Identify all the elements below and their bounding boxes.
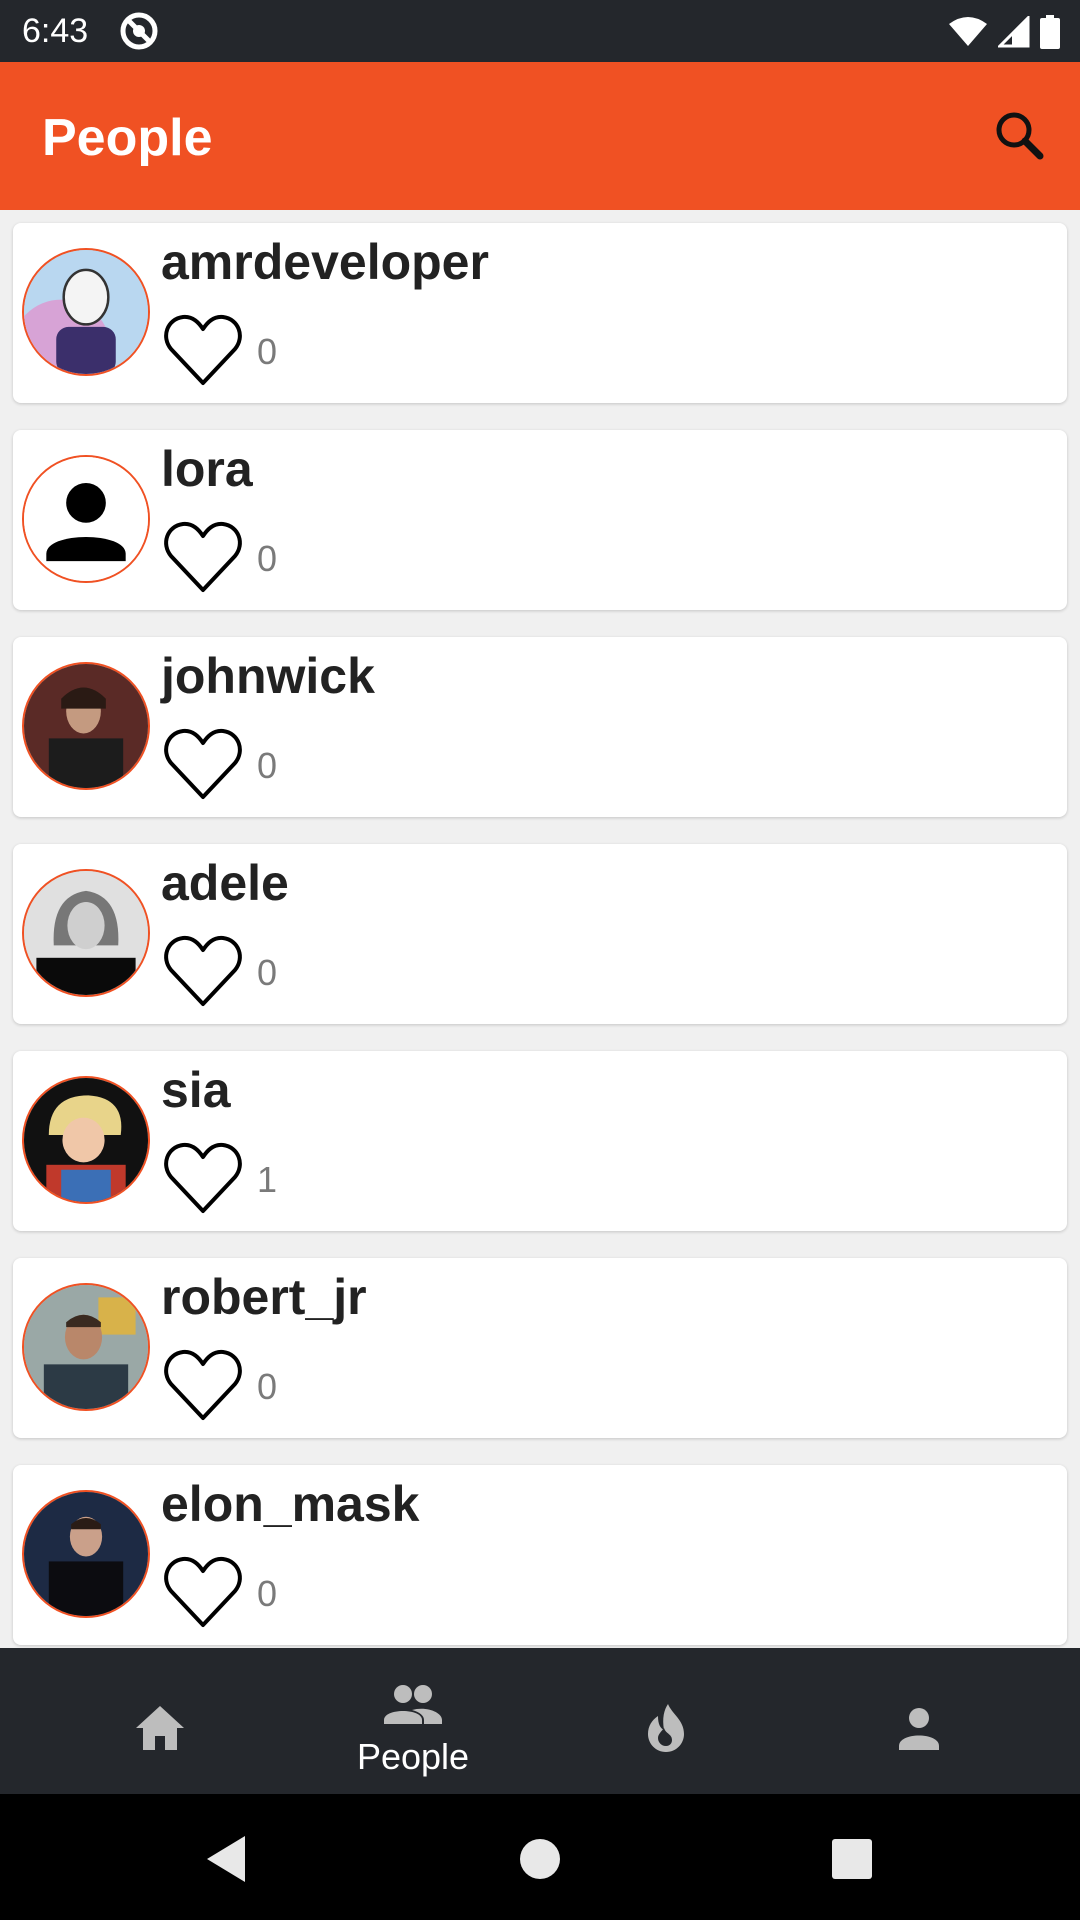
username[interactable]: adele xyxy=(161,854,289,912)
fire-icon xyxy=(648,1704,684,1752)
people-icon xyxy=(384,1685,442,1724)
username[interactable]: robert_jr xyxy=(161,1268,367,1326)
avatar[interactable] xyxy=(22,1490,150,1618)
home-button-icon[interactable] xyxy=(505,1824,575,1894)
wifi-icon xyxy=(949,17,987,46)
avatar-placeholder[interactable] xyxy=(22,455,150,583)
status-time: 6:43 xyxy=(22,12,89,50)
person-card[interactable]: elon_mask 0 xyxy=(13,1465,1067,1645)
avatar[interactable] xyxy=(22,248,150,376)
battery-icon xyxy=(1040,15,1060,49)
like-count: 0 xyxy=(257,1573,278,1614)
heart-outline-icon[interactable] xyxy=(161,932,245,1012)
search-icon[interactable] xyxy=(986,102,1054,170)
person-card[interactable]: johnwick 0 xyxy=(13,637,1067,817)
avatar[interactable] xyxy=(22,869,150,997)
avatar[interactable] xyxy=(22,1076,150,1204)
like-count: 0 xyxy=(257,745,278,786)
like-count: 0 xyxy=(257,538,278,579)
heart-outline-icon[interactable] xyxy=(161,1553,245,1633)
person-card[interactable]: sia 1 xyxy=(13,1051,1067,1231)
heart-outline-icon[interactable] xyxy=(161,518,245,598)
username[interactable]: johnwick xyxy=(161,647,375,705)
nav-label-people: People xyxy=(356,1736,470,1777)
heart-outline-icon[interactable] xyxy=(161,1346,245,1426)
heart-outline-icon[interactable] xyxy=(161,311,245,391)
status-icons xyxy=(948,12,1060,52)
bottom-navigation: People xyxy=(0,1648,1080,1794)
back-icon[interactable] xyxy=(193,1824,263,1894)
like-count: 0 xyxy=(257,952,278,993)
at-sign-icon xyxy=(120,12,158,50)
person-card[interactable]: amrdeveloper 0 xyxy=(13,223,1067,403)
username[interactable]: elon_mask xyxy=(161,1475,419,1533)
avatar[interactable] xyxy=(22,1283,150,1411)
people-list[interactable]: amrdeveloper 0 lora 0 johnwick 0 adele 0… xyxy=(0,210,1080,1648)
system-navigation-bar xyxy=(0,1794,1080,1920)
person-icon xyxy=(899,1708,939,1750)
nav-item-people[interactable]: People xyxy=(278,1648,548,1794)
home-icon xyxy=(136,1706,184,1750)
like-count: 0 xyxy=(257,1366,278,1407)
username[interactable]: sia xyxy=(161,1061,231,1119)
person-card[interactable]: robert_jr 0 xyxy=(13,1258,1067,1438)
heart-outline-icon[interactable] xyxy=(161,725,245,805)
avatar[interactable] xyxy=(22,662,150,790)
like-count: 1 xyxy=(257,1159,278,1200)
person-card[interactable]: lora 0 xyxy=(13,430,1067,610)
nav-item-profile[interactable] xyxy=(784,1648,1054,1794)
recents-icon[interactable] xyxy=(817,1824,887,1894)
heart-outline-icon[interactable] xyxy=(161,1139,245,1219)
username[interactable]: lora xyxy=(161,440,253,498)
person-card[interactable]: adele 0 xyxy=(13,844,1067,1024)
cell-signal-icon xyxy=(998,16,1030,48)
nav-item-home[interactable] xyxy=(25,1648,295,1794)
like-count: 0 xyxy=(257,331,278,372)
username[interactable]: amrdeveloper xyxy=(161,233,489,291)
status-bar: 6:43 xyxy=(0,0,1080,62)
app-bar: People xyxy=(0,62,1080,210)
nav-item-trending[interactable] xyxy=(531,1648,801,1794)
page-title: People xyxy=(42,109,213,167)
